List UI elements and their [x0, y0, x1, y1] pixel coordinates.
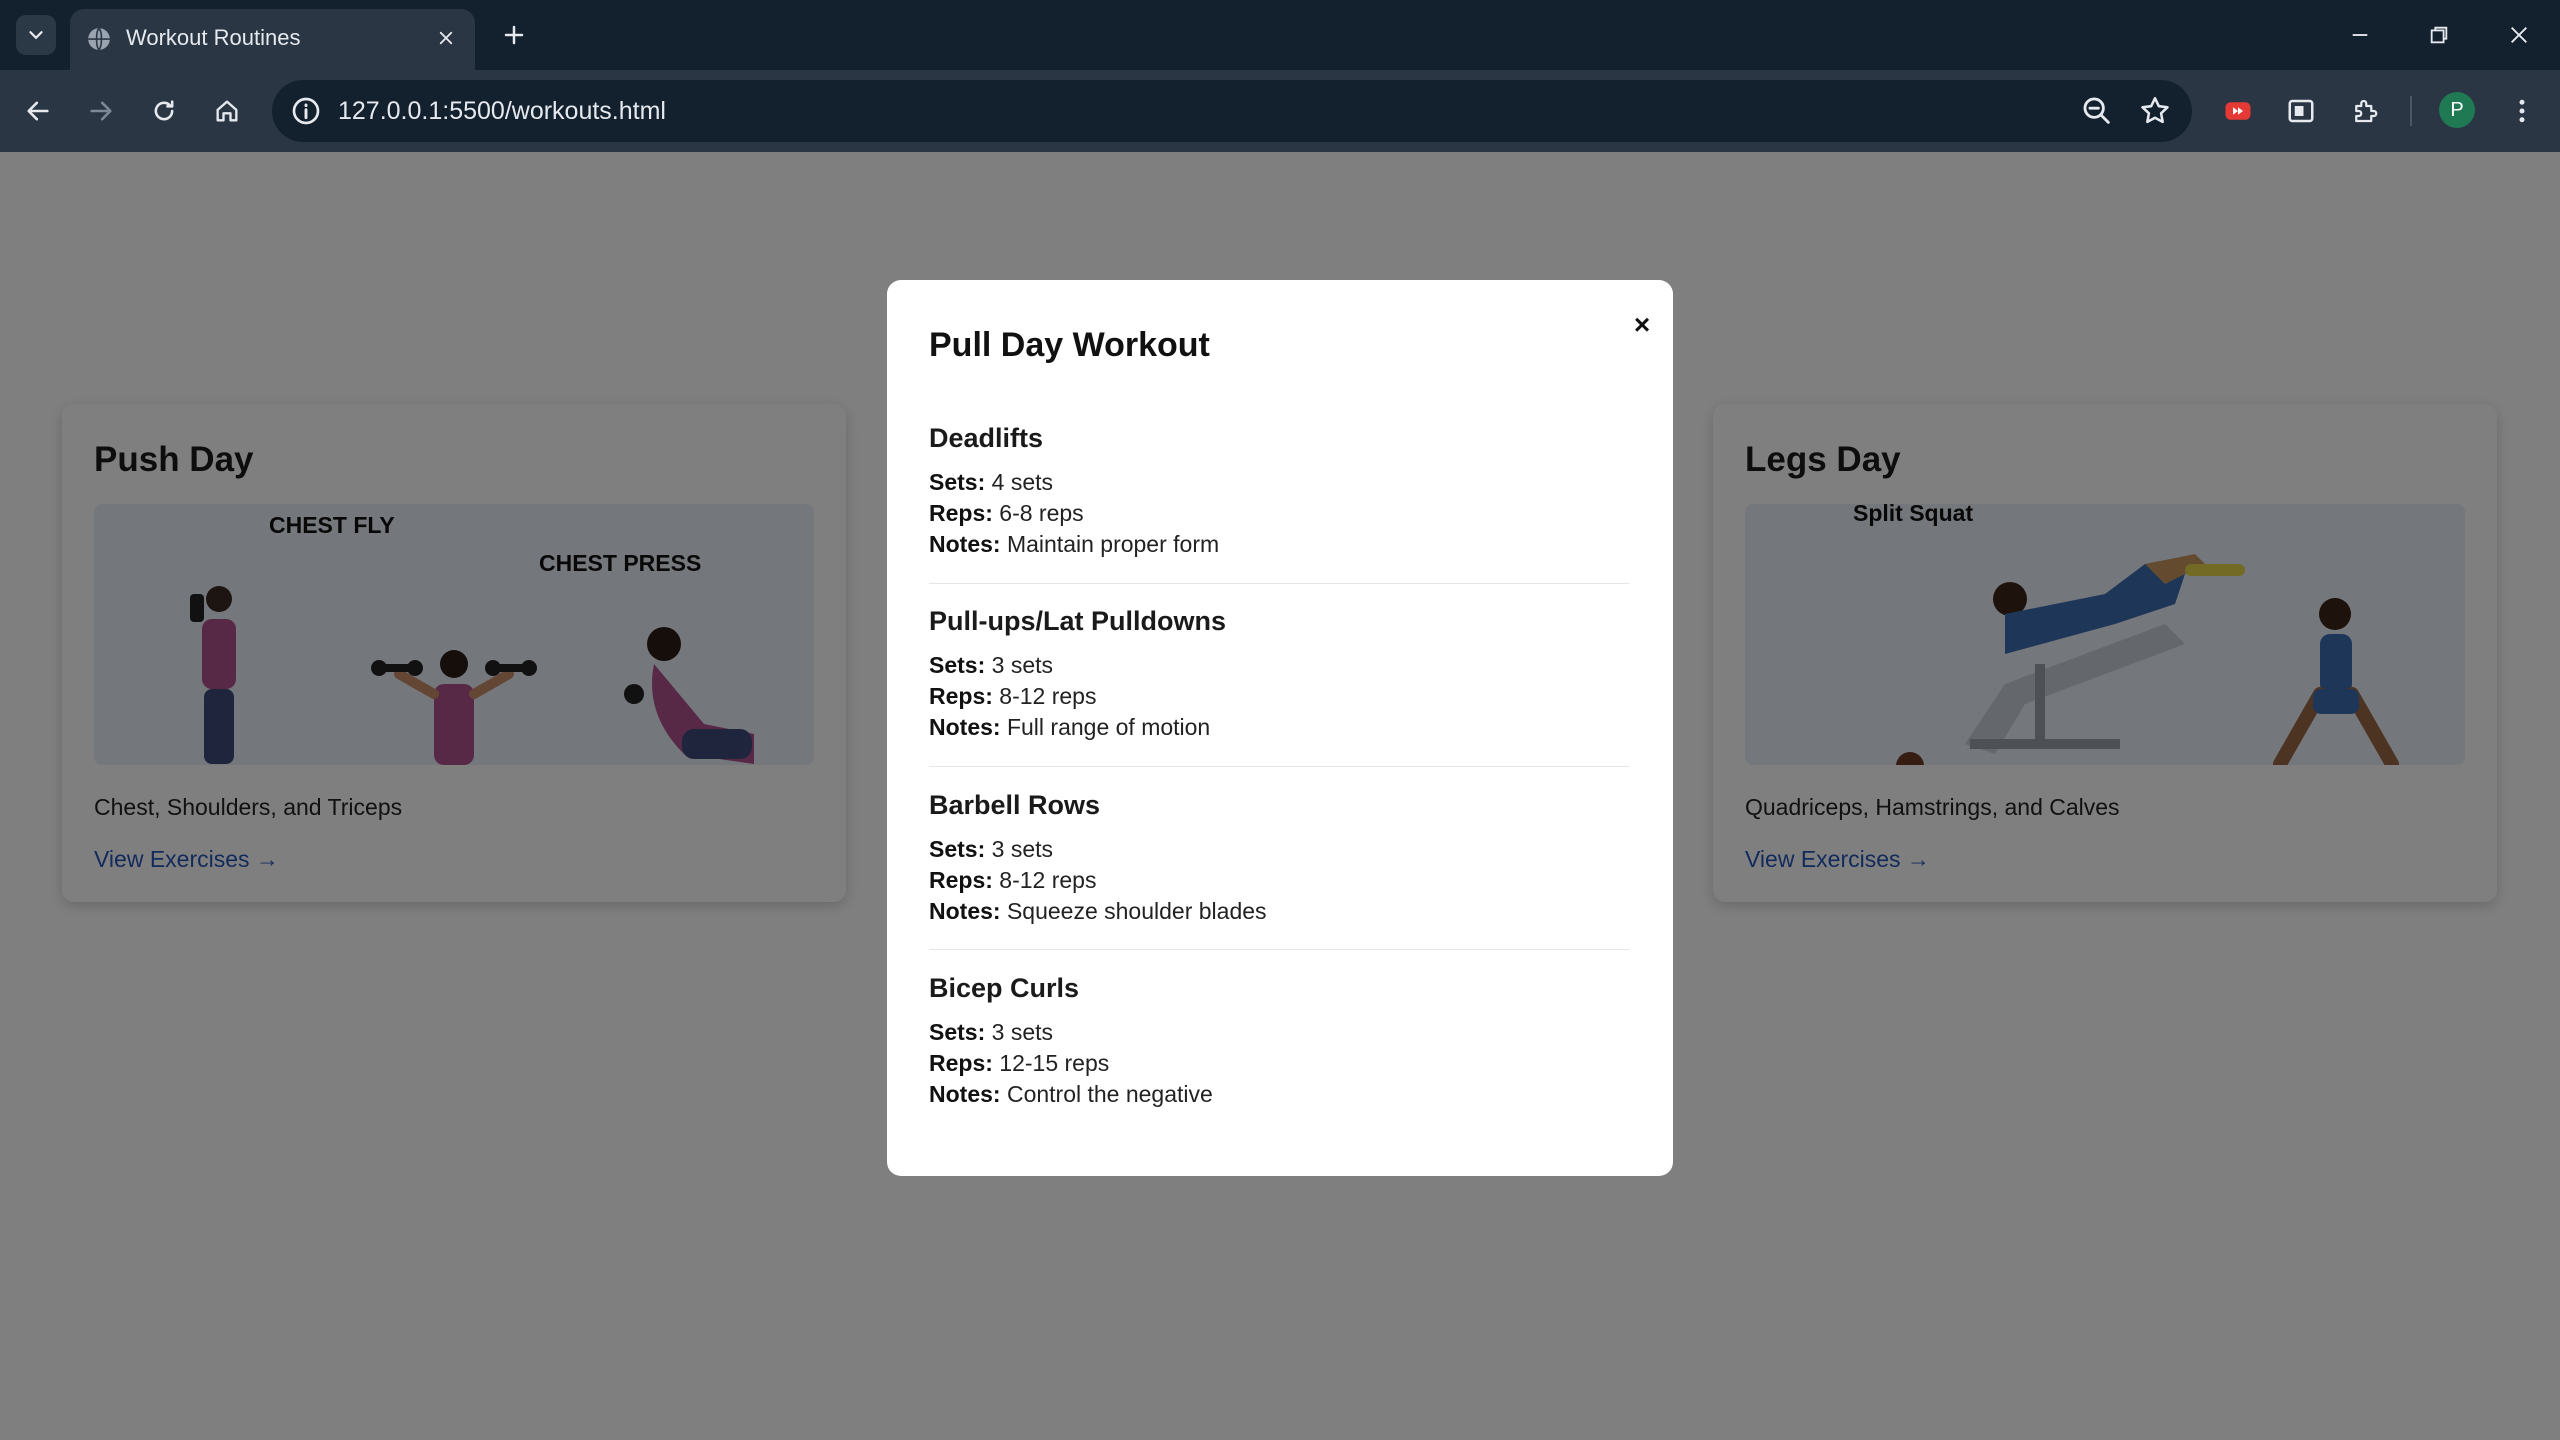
window-close-button[interactable] [2489, 10, 2549, 60]
exercise-reps: Reps: 8-12 reps [929, 681, 1629, 712]
arrow-right-icon [90, 101, 112, 121]
reload-button[interactable] [142, 89, 186, 133]
exercise-item: Bicep Curls Sets: 3 sets Reps: 12-15 rep… [929, 973, 1629, 1110]
video-extension-icon [2225, 102, 2251, 120]
modal-close-button[interactable]: × [1627, 310, 1657, 340]
home-icon [216, 100, 238, 122]
sidepanel-button[interactable] [2279, 89, 2323, 133]
sets-value: 3 sets [991, 1019, 1054, 1045]
chevron-down-icon [29, 31, 43, 40]
plus-icon [504, 25, 524, 45]
exercise-name: Bicep Curls [929, 973, 1080, 1003]
exercise-sets: Sets: 3 sets [929, 1017, 1629, 1048]
kebab-menu-icon [2519, 99, 2525, 123]
sets-value: 3 sets [991, 652, 1054, 678]
address-bar[interactable]: 127.0.0.1:5500/workouts.html [272, 80, 2192, 142]
exercise-notes: Notes: Squeeze shoulder blades [929, 896, 1629, 927]
url-text[interactable]: 127.0.0.1:5500/workouts.html [338, 97, 666, 126]
modal-title: Pull Day Workout [929, 326, 1210, 364]
workout-modal: Pull Day Workout × Deadlifts Sets: 4 set… [887, 280, 1673, 1176]
reps-label: Reps: [929, 683, 993, 709]
exercise-notes: Notes: Control the negative [929, 1079, 1629, 1110]
exercise-divider [929, 583, 1629, 584]
browser-menu-button[interactable] [2500, 89, 2544, 133]
exercise-notes: Notes: Maintain proper form [929, 529, 1629, 560]
exercise-notes: Notes: Full range of motion [929, 712, 1629, 743]
reps-label: Reps: [929, 1050, 993, 1076]
exercise-reps: Reps: 8-12 reps [929, 865, 1629, 896]
info-icon[interactable] [290, 95, 322, 127]
exercise-sets: Sets: 3 sets [929, 834, 1629, 865]
home-button[interactable] [205, 89, 249, 133]
notes-value: Maintain proper form [1006, 531, 1220, 557]
restore-icon [2430, 26, 2448, 44]
zoom-out-icon[interactable] [2080, 94, 2114, 128]
back-button[interactable] [16, 89, 60, 133]
exercise-divider [929, 949, 1629, 950]
extensions-button[interactable] [2343, 89, 2387, 133]
toolbar-separator [2410, 96, 2412, 126]
sets-label: Sets: [929, 652, 986, 678]
notes-label: Notes: [929, 531, 1001, 557]
reps-value: 12-15 reps [999, 1050, 1110, 1076]
exercise-reps: Reps: 12-15 reps [929, 1048, 1629, 1079]
close-icon [439, 31, 453, 45]
sets-value: 3 sets [991, 836, 1054, 862]
tab-title: Workout Routines [126, 25, 301, 50]
sets-label: Sets: [929, 469, 986, 495]
exercise-item: Deadlifts Sets: 4 sets Reps: 6-8 reps No… [929, 423, 1629, 560]
exercise-name: Pull-ups/Lat Pulldowns [929, 606, 1226, 636]
exercise-sets: Sets: 4 sets [929, 467, 1629, 498]
forward-button[interactable] [79, 89, 123, 133]
exercise-divider [929, 766, 1629, 767]
extension-video-button[interactable] [2216, 89, 2260, 133]
restore-button[interactable] [2409, 10, 2469, 60]
minimize-icon [2352, 34, 2368, 36]
notes-value: Control the negative [1006, 1081, 1213, 1107]
reps-value: 8-12 reps [999, 867, 1097, 893]
exercise-reps: Reps: 6-8 reps [929, 498, 1629, 529]
notes-label: Notes: [929, 1081, 1001, 1107]
puzzle-icon [2355, 99, 2378, 123]
exercise-item: Pull-ups/Lat Pulldowns Sets: 3 sets Reps… [929, 606, 1629, 743]
exercise-name: Barbell Rows [929, 790, 1101, 820]
sets-label: Sets: [929, 836, 986, 862]
sets-label: Sets: [929, 1019, 986, 1045]
notes-label: Notes: [929, 898, 1001, 924]
exercise-name: Deadlifts [929, 423, 1044, 453]
browser-tab-active[interactable]: Workout Routines [70, 9, 475, 70]
bookmark-star-icon[interactable] [2138, 94, 2172, 128]
reps-label: Reps: [929, 500, 993, 526]
reps-label: Reps: [929, 867, 993, 893]
notes-value: Full range of motion [1006, 714, 1211, 740]
arrow-left-icon [27, 101, 49, 121]
profile-avatar[interactable]: P [2439, 92, 2475, 128]
browser-tabbar: Workout Routines [0, 0, 2560, 70]
tab-close-button[interactable] [429, 21, 463, 55]
exercise-item: Barbell Rows Sets: 3 sets Reps: 8-12 rep… [929, 790, 1629, 927]
minimize-button[interactable] [2330, 10, 2390, 60]
new-tab-button[interactable] [494, 15, 534, 55]
exercise-sets: Sets: 3 sets [929, 650, 1629, 681]
browser-toolbar: 127.0.0.1:5500/workouts.html P [0, 70, 2560, 152]
reps-value: 6-8 reps [999, 500, 1084, 526]
notes-label: Notes: [929, 714, 1001, 740]
close-icon [2511, 27, 2527, 43]
reload-icon [154, 100, 174, 121]
tab-search-button[interactable] [16, 15, 56, 55]
globe-icon [88, 27, 110, 51]
sets-value: 4 sets [991, 469, 1054, 495]
notes-value: Squeeze shoulder blades [1006, 898, 1267, 924]
reps-value: 8-12 reps [999, 683, 1097, 709]
sidepanel-icon [2288, 99, 2314, 123]
